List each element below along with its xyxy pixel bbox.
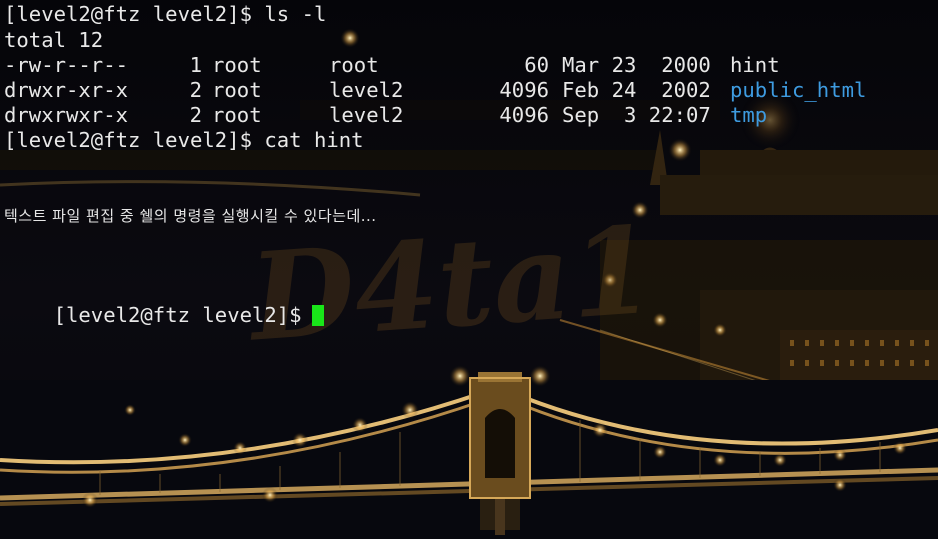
command-line-cat: [level2@ftz level2]$ cat hint (4, 128, 364, 152)
file-row: -rw-r--r-- 1 root root 60 Mar 23 2000 hi… (4, 53, 934, 78)
file-permissions: drwxrwxr-x (4, 103, 128, 127)
ls-total-line: total 12 (4, 28, 104, 52)
file-group: root (329, 53, 379, 77)
file-size: 4096 (499, 78, 549, 102)
directory-name: tmp (730, 103, 768, 127)
file-permissions: -rw-r--r-- (4, 53, 128, 77)
file-permissions: drwxr-xr-x (4, 78, 128, 102)
file-date: Mar 23 2000 (562, 53, 711, 77)
shell-prompt: [level2@ftz level2]$ (53, 303, 302, 327)
command-line-ls: [level2@ftz level2]$ ls -l (4, 2, 327, 26)
file-row: drwxr-xr-x 2 root level2 4096 Feb 24 200… (4, 78, 934, 103)
file-date: Feb 24 2002 (562, 78, 711, 102)
file-size: 4096 (499, 103, 549, 127)
file-date: Sep 3 22:07 (562, 103, 711, 127)
file-group: level2 (329, 103, 404, 127)
file-links: 2 (189, 78, 202, 102)
file-name: hint (730, 53, 780, 77)
hint-file-contents: 텍스트 파일 편집 중 쉘의 명령을 실행시킬 수 있다는데... (4, 207, 377, 225)
file-owner: root (212, 78, 262, 102)
terminal-window[interactable]: [level2@ftz level2]$ ls -l total 12 -rw-… (0, 0, 938, 539)
file-owner: root (212, 103, 262, 127)
shell-prompt-line[interactable]: [level2@ftz level2]$ (4, 278, 324, 327)
file-row: drwxrwxr-x 2 root level2 4096 Sep 3 22:0… (4, 103, 934, 128)
file-group: level2 (329, 78, 404, 102)
file-links: 2 (189, 103, 202, 127)
directory-name: public_html (730, 78, 867, 102)
text-cursor (311, 305, 324, 326)
file-owner: root (212, 53, 262, 77)
file-size: 60 (524, 53, 549, 77)
file-links: 1 (189, 53, 202, 77)
